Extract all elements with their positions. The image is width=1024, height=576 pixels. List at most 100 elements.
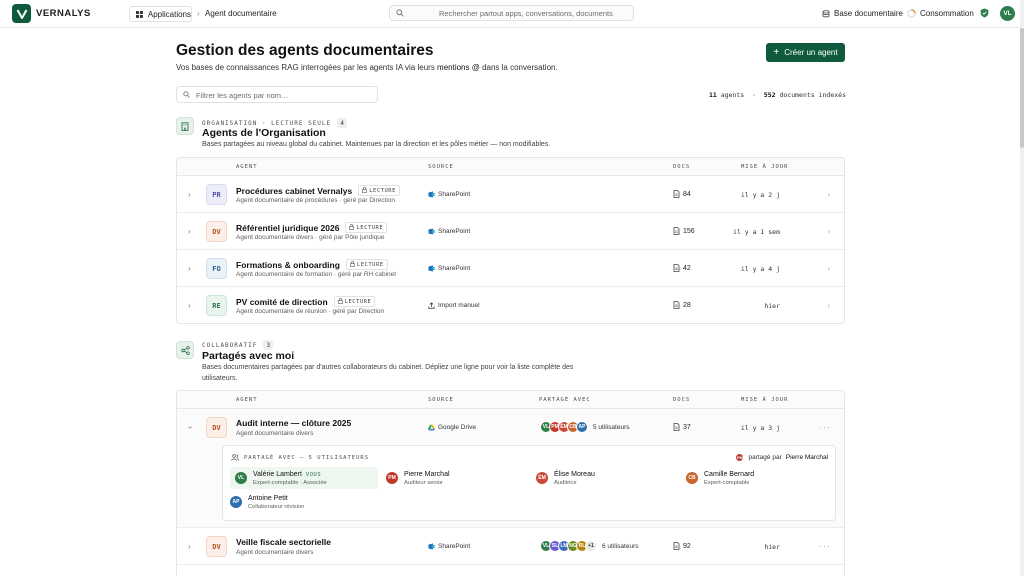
agent-source: SharePoint — [428, 228, 470, 235]
table-header: AGENT SOURCE PARTAGÉ AVEC DOCS MISE À JO… — [177, 391, 844, 409]
shared-count-text: 6 utilisateurs — [602, 542, 639, 550]
agent-name[interactable]: Référentiel juridique 2026 LECTURE — [236, 222, 388, 233]
agent-name[interactable]: PV comité de direction LECTURE — [236, 296, 376, 307]
agent-description: Agent documentaire de réunion · géré par… — [236, 308, 385, 315]
shared-user: PM Pierre Marchal Auditeur senior — [386, 467, 450, 489]
table-row[interactable]: › PR Procédures cabinet Vernalys LECTURE… — [177, 176, 844, 213]
sharepoint-icon — [428, 543, 435, 550]
user-avatar: CB — [686, 472, 698, 484]
applications-button[interactable]: Applications — [129, 6, 192, 22]
agent-initials: DV — [206, 536, 227, 557]
shared-avatars[interactable]: VL SL LM NG RL +1 6 utilisateurs — [540, 540, 639, 552]
consumption-link[interactable]: Consommation — [907, 9, 974, 18]
readonly-badge-label: LECTURE — [369, 188, 396, 194]
agent-initials: PR — [206, 184, 227, 205]
user-avatar[interactable]: VL — [1000, 6, 1015, 21]
docs-value: 28 — [683, 301, 691, 309]
user-name-text: Antoine Petit — [248, 494, 288, 502]
agent-docs-count: 42 — [673, 264, 691, 272]
collapse-chevron-icon[interactable]: › — [186, 426, 195, 429]
document-icon — [673, 190, 680, 198]
shared-users-panel: PARTAGÉ AVEC — 5 UTILISATEURS PM partagé… — [222, 445, 836, 521]
expand-chevron-icon[interactable]: › — [188, 190, 191, 199]
expand-chevron-icon[interactable]: › — [188, 264, 191, 273]
org-agents-table: AGENT SOURCE DOCS MISE À JOUR › PR Procé… — [176, 157, 845, 324]
global-search-input[interactable]: Rechercher partout apps, conversations, … — [389, 5, 634, 21]
agent-name-text: Procédures cabinet Vernalys — [236, 185, 353, 196]
open-row-chevron-icon[interactable]: › — [827, 190, 830, 199]
more-options-icon[interactable]: ··· — [819, 541, 831, 551]
sharepoint-icon — [428, 191, 435, 198]
readonly-badge: LECTURE — [345, 259, 388, 270]
user-name-text: Pierre Marchal — [404, 470, 450, 478]
expand-chevron-icon[interactable]: › — [188, 542, 191, 551]
agent-docs-count: 28 — [673, 301, 691, 309]
col-updated: MISE À JOUR — [741, 164, 789, 170]
agent-initials: DV — [206, 221, 227, 242]
docs-value: 84 — [683, 190, 691, 198]
table-row[interactable]: › RE PV comité de direction LECTURE Agen… — [177, 287, 844, 323]
expand-chevron-icon[interactable]: › — [188, 227, 191, 236]
agent-filter-input[interactable]: Filtrer les agents par nom… — [176, 86, 378, 103]
base-documentaire-link[interactable]: Base documentaire — [822, 9, 903, 18]
table-row-partial[interactable] — [177, 565, 844, 576]
stats-separator: · — [752, 91, 756, 99]
docs-value: 37 — [683, 423, 691, 431]
agent-name[interactable]: Veille fiscale sectorielle — [236, 537, 331, 547]
consumption-label: Consommation — [920, 9, 974, 18]
agent-name[interactable]: Formations & onboarding LECTURE — [236, 259, 388, 270]
agent-name[interactable]: Audit interne — clôture 2025 — [236, 418, 351, 428]
user-name: Antoine Petit — [248, 495, 304, 502]
more-options-icon[interactable]: ··· — [819, 422, 831, 432]
readonly-badge: LECTURE — [333, 296, 376, 307]
source-label: SharePoint — [438, 191, 471, 198]
expand-chevron-icon[interactable]: › — [188, 301, 191, 310]
more-users-badge: +1 — [585, 540, 597, 552]
user-avatar: AP — [576, 421, 588, 433]
agent-description: Agent documentaire de procédures · géré … — [236, 197, 395, 204]
source-label: Import manuel — [438, 302, 480, 309]
subtitle-text-end: dans la conversation. — [479, 63, 558, 72]
open-row-chevron-icon[interactable]: › — [827, 301, 830, 310]
stats-summary: 11 agents · 552 documents indexés — [709, 91, 846, 99]
shared-user: VL Valérie Lambert VOUS Expert-comptable … — [230, 467, 378, 489]
upload-icon — [428, 302, 435, 309]
shared-avatars[interactable]: VL PM ÉM CB AP 5 utilisateurs — [540, 421, 630, 433]
org-section-title: Agents de l'Organisation — [202, 127, 326, 139]
breadcrumb-current[interactable]: Agent documentaire — [205, 9, 277, 18]
agent-name[interactable]: Procédures cabinet Vernalys LECTURE — [236, 185, 400, 196]
security-shield-icon[interactable] — [980, 8, 989, 18]
sharepoint-icon — [428, 228, 435, 235]
user-avatar: VL — [235, 472, 247, 484]
agent-docs-count: 92 — [673, 542, 691, 550]
table-row[interactable]: › DV Référentiel juridique 2026 LECTURE … — [177, 213, 844, 250]
user-name: Camille Bernard — [704, 471, 754, 478]
col-agent: AGENT — [236, 397, 258, 403]
document-icon — [673, 423, 680, 431]
scrollbar-thumb[interactable] — [1020, 28, 1024, 148]
table-row[interactable]: › FO Formations & onboarding LECTURE Age… — [177, 250, 844, 287]
readonly-badge-label: LECTURE — [356, 225, 384, 231]
agent-source: Import manuel — [428, 302, 480, 309]
col-docs: DOCS — [673, 164, 691, 170]
shared-user: ÉM Élise Moreau Auditrice — [536, 467, 595, 489]
create-agent-button[interactable]: + Créer un agent — [766, 43, 845, 62]
shared-by-name: Pierre Marchal — [785, 454, 828, 461]
table-row-expanded[interactable]: › DV Audit interne — clôture 2025 Agent … — [177, 409, 844, 528]
user-name: Pierre Marchal — [404, 471, 450, 478]
filter-placeholder: Filtrer les agents par nom… — [196, 91, 289, 100]
search-icon — [396, 9, 404, 17]
vernalys-logo-icon[interactable] — [12, 4, 31, 23]
open-row-chevron-icon[interactable]: › — [827, 264, 830, 273]
agent-updated: il y a 3 j — [740, 424, 780, 432]
building-icon — [176, 117, 194, 135]
owner-avatar: PM — [735, 453, 745, 462]
agent-description: Agent documentaire de formation · géré p… — [236, 271, 397, 278]
grid-icon — [136, 10, 143, 18]
shared-user: CB Camille Bernard Expert-comptable — [686, 467, 754, 489]
table-row[interactable]: › DV Veille fiscale sectorielle Agent do… — [177, 528, 844, 565]
org-kicker-text: ORGANISATION · LECTURE SEULE — [202, 119, 332, 127]
subtitle-text: Vos bases de connaissances RAG interrogé… — [176, 63, 438, 72]
open-row-chevron-icon[interactable]: › — [827, 227, 830, 236]
page-scrollbar[interactable] — [1020, 0, 1024, 576]
